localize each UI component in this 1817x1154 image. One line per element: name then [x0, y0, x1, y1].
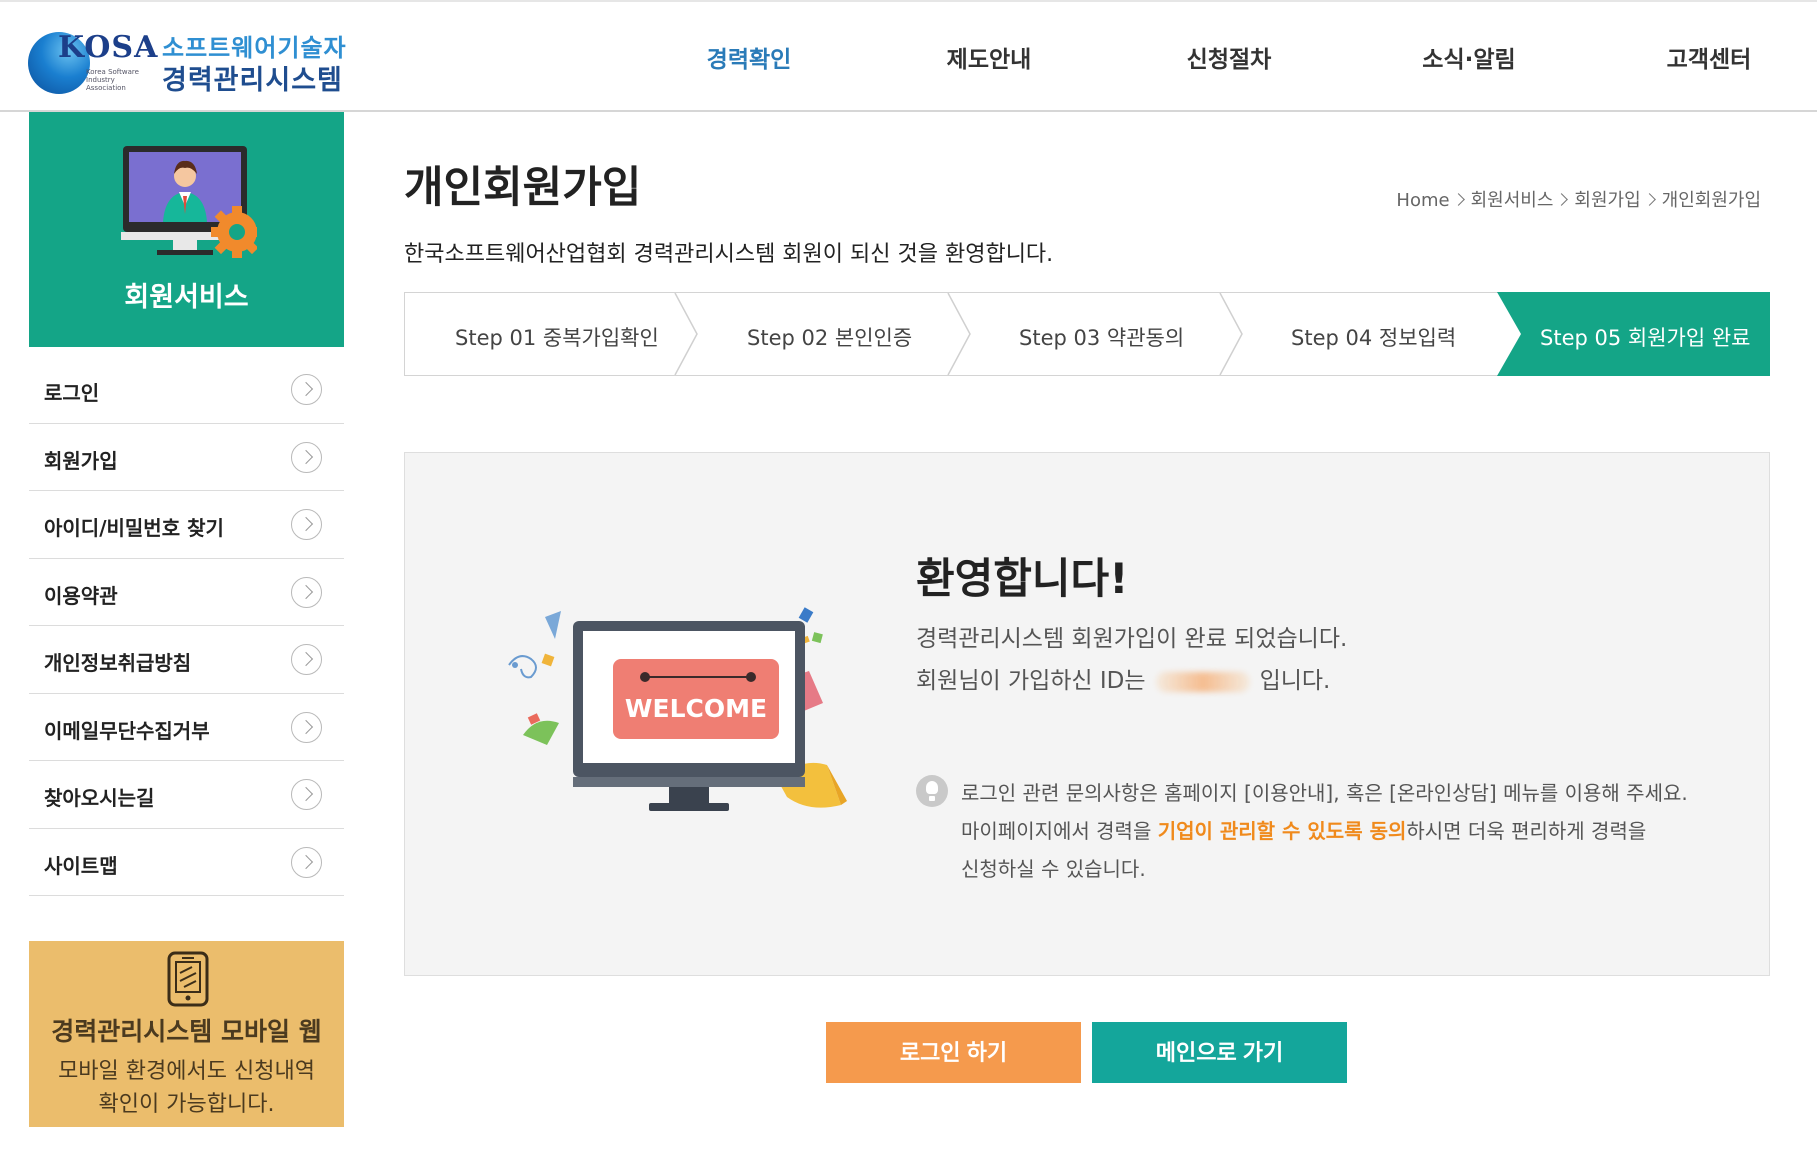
step-1: Step 01 중복가입확인	[405, 293, 677, 375]
page-title: 개인회원가입	[404, 163, 642, 213]
sidebar-item-sitemap[interactable]: 사이트맵	[29, 829, 344, 896]
lightbulb-icon	[916, 775, 948, 807]
blurred-user-id	[1155, 671, 1250, 692]
step-2: Step 02 본인인증	[677, 293, 949, 375]
monitor-person-gear-icon	[121, 146, 257, 258]
mobile-banner-desc: 모바일 환경에서도 신청내역 확인이 가능합니다.	[29, 1055, 344, 1121]
go-main-button[interactable]: 메인으로 가기	[1092, 1022, 1347, 1083]
sidebar-item-label: 아이디/비밀번호 찾기	[44, 516, 224, 540]
welcome-sign-text: WELCOME	[625, 694, 767, 723]
step-label: Step 04 정보입력	[1291, 326, 1457, 350]
sidebar-item-directions[interactable]: 찾아오시는길	[29, 761, 344, 829]
chevron-right-icon	[291, 711, 322, 743]
chevron-right-icon	[1555, 193, 1569, 206]
logo-title-line2: 경력관리시스템	[162, 65, 343, 96]
sidebar-item-terms[interactable]: 이용약관	[29, 559, 344, 626]
chevron-right-icon	[291, 846, 322, 878]
sidebar-item-login[interactable]: 로그인	[29, 356, 344, 424]
welcome-title: 환영합니다!	[916, 554, 1129, 603]
info-line-2-suffix: 하시면 더욱 편리하게 경력을	[1406, 819, 1647, 843]
step-4: Step 04 정보입력	[1221, 293, 1493, 375]
page-description: 한국소프트웨어산업협회 경력관리시스템 회원이 되신 것을 환영합니다.	[404, 242, 1054, 267]
breadcrumb-signup[interactable]: 회원가입	[1574, 190, 1640, 211]
mobile-web-banner[interactable]: 경력관리시스템 모바일 웹 모바일 환경에서도 신청내역 확인이 가능합니다.	[29, 941, 344, 1127]
step-label: Step 03 약관동의	[1019, 326, 1185, 350]
step-active-label: Step 05 회원가입 완료	[1540, 326, 1751, 350]
breadcrumb: Home 회원서비스 회원가입 개인회원가입	[1396, 186, 1761, 212]
sidebar-item-email-refusal[interactable]: 이메일무단수집거부	[29, 694, 344, 761]
site-logo[interactable]: KOSA Korea Software Industry Association…	[28, 28, 348, 98]
sidebar-item-label: 찾아오시는길	[44, 786, 155, 810]
step-label: Step 01 중복가입확인	[455, 326, 659, 350]
chevron-right-icon	[291, 509, 322, 540]
info-line-2-prefix: 마이페이지에서 경력을	[961, 819, 1158, 843]
chevron-right-icon	[291, 779, 322, 810]
step-3: Step 03 약관동의	[949, 293, 1221, 375]
breadcrumb-member-service[interactable]: 회원서비스	[1471, 190, 1554, 211]
info-line-3: 신청하실 수 있습니다.	[961, 857, 1146, 881]
sidebar-item-label: 사이트맵	[44, 853, 118, 878]
sidebar-item-privacy[interactable]: 개인정보취급방침	[29, 626, 344, 694]
nav-item-application[interactable]: 신청절차	[1187, 40, 1272, 74]
sidebar-item-signup[interactable]: 회원가입	[29, 424, 344, 491]
sidebar-item-label: 로그인	[44, 381, 100, 405]
nav-item-news[interactable]: 소식·알림	[1422, 40, 1515, 74]
mobile-banner-desc-line1: 모바일 환경에서도 신청내역	[58, 1059, 315, 1084]
welcome-id-prefix: 회원님이 가입하신 ID는	[916, 668, 1146, 694]
welcome-id-suffix: 입니다.	[1259, 668, 1331, 694]
sidebar-menu: 로그인 회원가입 아이디/비밀번호 찾기 이용약관 개인정보취급방침 이메일무단…	[29, 356, 344, 896]
welcome-message-complete: 경력관리시스템 회원가입이 완료 되었습니다.	[916, 626, 1348, 652]
info-line-2: 마이페이지에서 경력을 기업이 관리할 수 있도록 동의하시면 더욱 편리하게 …	[961, 815, 1646, 844]
sidebar-header: 회원서비스	[29, 112, 344, 347]
sidebar-title: 회원서비스	[124, 282, 249, 313]
logo-org-name: Korea Software Industry Association	[86, 68, 139, 92]
nav-item-system-guide[interactable]: 제도안내	[947, 40, 1032, 74]
nav-item-career-check[interactable]: 경력확인	[707, 40, 792, 74]
sidebar-item-label: 개인정보취급방침	[44, 651, 192, 675]
welcome-panel: WELCOME 환영합니다! 경력관리시스템 회원가입이 완료 되었습니다. 회…	[404, 452, 1770, 976]
sidebar-item-label: 회원가입	[44, 448, 118, 473]
breadcrumb-home[interactable]: Home	[1396, 190, 1449, 211]
welcome-monitor-illustration: WELCOME	[508, 607, 847, 811]
chevron-right-icon	[1642, 193, 1656, 206]
mobile-banner-title: 경력관리시스템 모바일 웹	[51, 1017, 322, 1046]
site-header: KOSA Korea Software Industry Association…	[0, 0, 1817, 112]
chevron-right-icon	[1451, 193, 1465, 206]
chevron-right-icon	[291, 576, 322, 608]
mobile-banner-desc-line2: 확인이 가능합니다.	[98, 1092, 275, 1117]
chevron-right-icon	[291, 441, 322, 473]
tablet-icon	[167, 951, 209, 1007]
welcome-message-id: 회원님이 가입하신 ID는 입니다.	[916, 661, 1330, 695]
nav-item-customer-center[interactable]: 고객센터	[1667, 40, 1752, 74]
chevron-right-icon	[291, 644, 322, 675]
chevron-right-icon	[291, 374, 322, 405]
step-label: Step 02 본인인증	[747, 326, 913, 350]
sidebar-item-label: 이용약관	[44, 583, 118, 608]
info-highlight: 기업이 관리할 수 있도록 동의	[1157, 819, 1407, 843]
signup-steps: Step 01 중복가입확인 Step 02 본인인증 Step 03 약관동의…	[404, 292, 1770, 376]
info-line-1: 로그인 관련 문의사항은 홈페이지 [이용안내], 혹은 [온라인상담] 메뉴를…	[961, 781, 1688, 805]
sidebar-item-find-account[interactable]: 아이디/비밀번호 찾기	[29, 491, 344, 559]
sidebar-item-label: 이메일무단수집거부	[44, 718, 210, 743]
login-button[interactable]: 로그인 하기	[826, 1022, 1081, 1083]
logo-abbr: KOSA	[58, 30, 159, 65]
breadcrumb-personal-signup: 개인회원가입	[1661, 190, 1761, 211]
